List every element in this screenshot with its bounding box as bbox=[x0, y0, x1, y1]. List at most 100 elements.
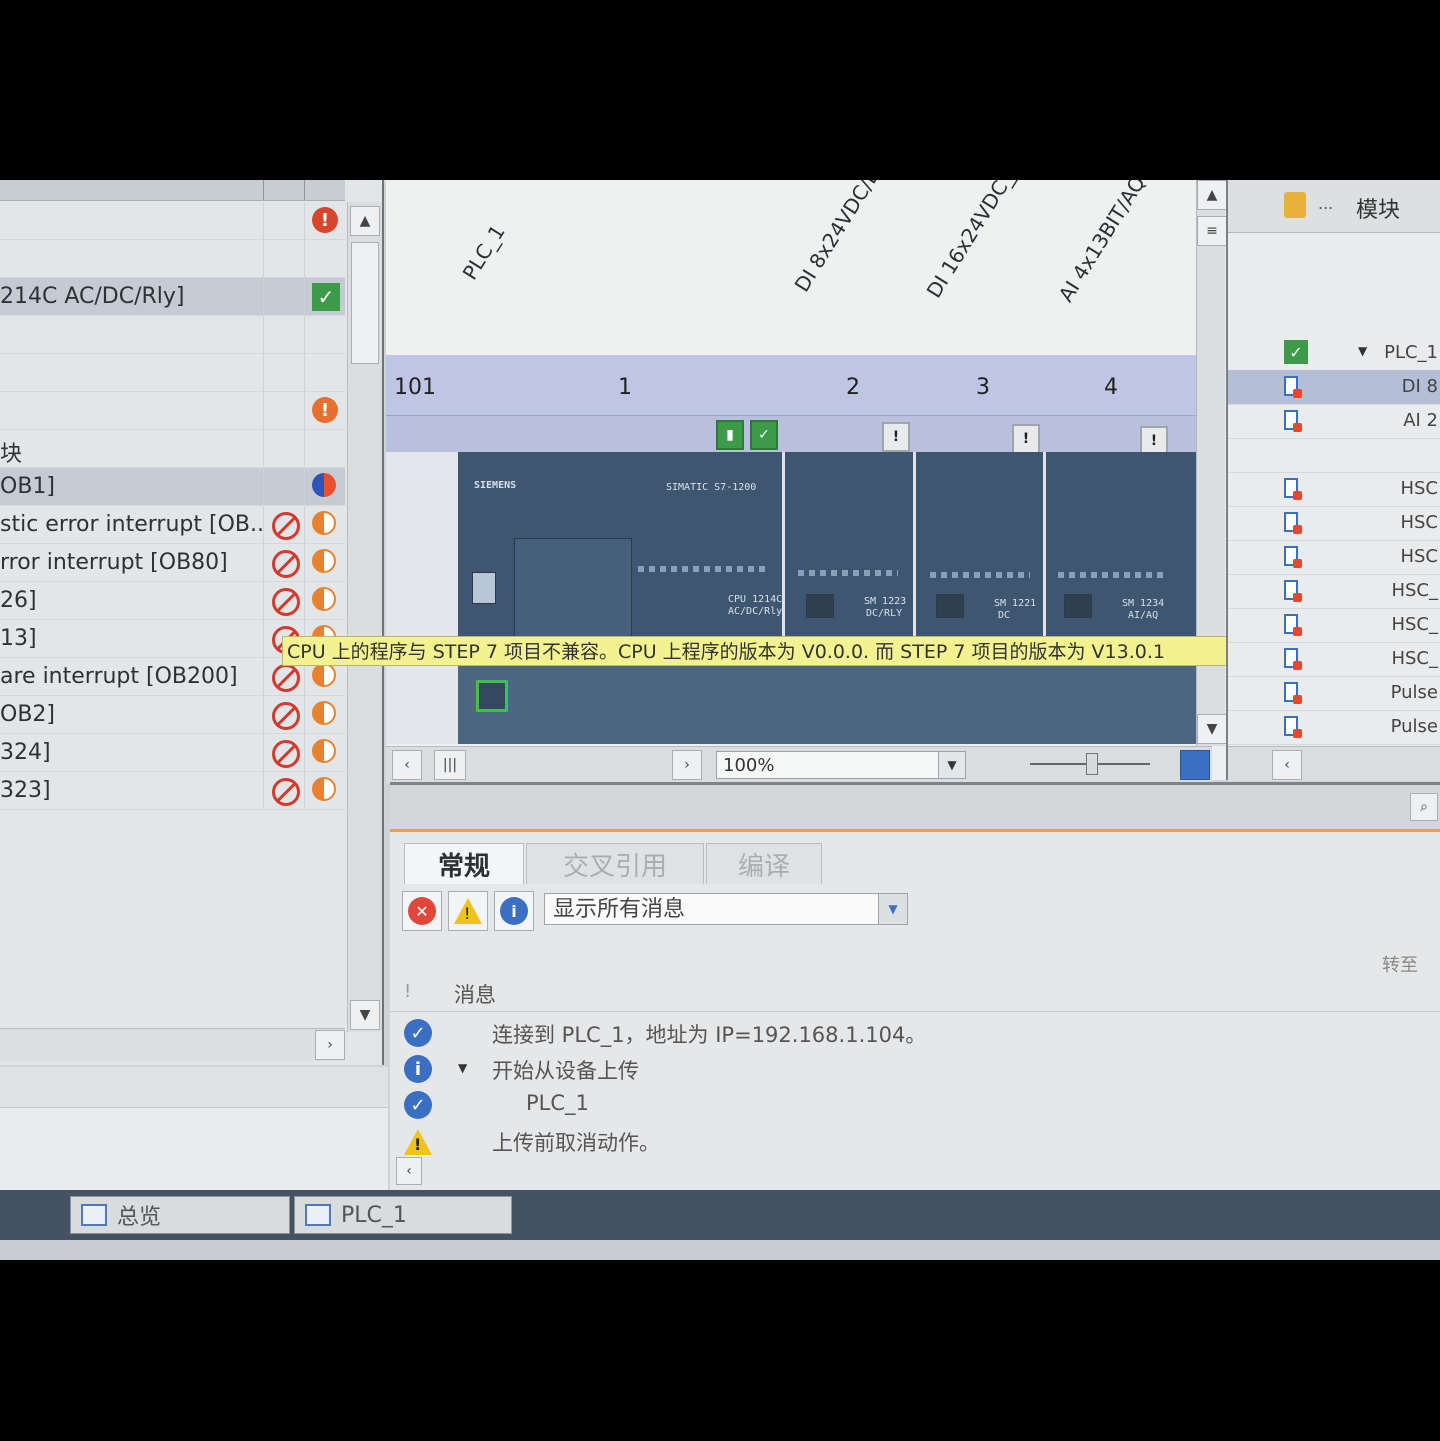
goto-column-header: 转至 bbox=[1382, 955, 1418, 976]
device-view[interactable]: PLC_1 DI 8x24VDC/DQ DI 16x24VDC_1 AI 4x1… bbox=[386, 180, 1227, 780]
message-filter-select[interactable]: 显示所有消息 ▼ bbox=[544, 893, 908, 925]
scroll-thumb[interactable] bbox=[351, 242, 379, 364]
scroll-right-icon[interactable]: › bbox=[315, 1030, 345, 1060]
module-row[interactable]: HSC bbox=[1228, 472, 1440, 507]
status-led-block bbox=[472, 572, 496, 604]
screen: ! 214C AC/DC/Rly] ✓! 块 OB1] stic error interr… bbox=[0, 180, 1440, 1260]
tab-compile[interactable]: 编译 bbox=[706, 843, 822, 884]
tree-row[interactable]: ! bbox=[0, 392, 345, 430]
overview-icon bbox=[81, 1204, 107, 1226]
ethernet-port-icon[interactable] bbox=[476, 680, 508, 712]
chevron-down-icon[interactable]: ▼ bbox=[938, 752, 965, 778]
scroll-up-icon[interactable]: ▲ bbox=[350, 206, 380, 236]
severity-column-header: ! bbox=[404, 981, 412, 1002]
message-row[interactable]: i ▼ 开始从设备上传 bbox=[390, 1051, 1440, 1087]
compare-status-icon bbox=[312, 587, 336, 611]
tree-row[interactable]: OB1] bbox=[0, 468, 345, 506]
module-row-label: Pulse bbox=[1390, 716, 1438, 737]
tree-row[interactable]: 214C AC/DC/Rly] ✓ bbox=[0, 278, 345, 316]
module-warning-icon: ! bbox=[882, 422, 910, 452]
tree-horizontal-scrollbar[interactable]: › bbox=[0, 1028, 345, 1061]
module-row[interactable]: HSC_ bbox=[1228, 574, 1440, 609]
module-row[interactable]: HSC_ bbox=[1228, 608, 1440, 643]
module-row-label: PLC_1 bbox=[1384, 342, 1438, 363]
tree-row[interactable] bbox=[0, 240, 345, 278]
hscroll-thumb[interactable]: ||| bbox=[434, 750, 466, 780]
scroll-up-icon[interactable]: ▲ bbox=[1197, 180, 1227, 210]
info-icon: i bbox=[404, 1055, 432, 1083]
filter-info-button[interactable]: i bbox=[494, 891, 534, 931]
overview-navigation-icon[interactable] bbox=[1180, 750, 1210, 780]
sm3-sub-label: DC bbox=[998, 610, 1011, 621]
tree-row[interactable]: OB2] bbox=[0, 696, 345, 734]
scroll-down-icon[interactable]: ▼ bbox=[1197, 714, 1227, 744]
slot-number: 3 bbox=[976, 375, 990, 400]
tree-row[interactable]: 块 bbox=[0, 430, 345, 468]
module-row[interactable]: AI 2 bbox=[1228, 404, 1440, 439]
tree-row[interactable]: stic error interrupt [OB... bbox=[0, 506, 345, 544]
terminal-block bbox=[1064, 594, 1092, 618]
compare-status-icon bbox=[312, 701, 336, 725]
message-row[interactable]: ✓ PLC_1 bbox=[390, 1087, 1440, 1123]
module-row[interactable]: HSC_ bbox=[1228, 642, 1440, 677]
slot-number: 2 bbox=[846, 375, 860, 400]
check-icon: ✓ bbox=[750, 420, 778, 450]
tab-general[interactable]: 常规 bbox=[404, 843, 524, 884]
scroll-left-icon[interactable]: ‹ bbox=[396, 1157, 422, 1185]
module-status-strip: ▮ ✓ ! ! ! bbox=[386, 415, 1196, 456]
scroll-down-icon[interactable]: ▼ bbox=[350, 1000, 380, 1030]
module-row[interactable]: Pulse bbox=[1228, 710, 1440, 745]
chevron-down-icon[interactable]: ▼ bbox=[878, 894, 907, 924]
warning-icon: ! bbox=[404, 1129, 432, 1155]
message-row[interactable]: ✓ 连接到 PLC_1，地址为 IP=192.168.1.104。 bbox=[390, 1015, 1440, 1051]
module-row[interactable]: HSC bbox=[1228, 506, 1440, 541]
tree-row[interactable]: 323] bbox=[0, 772, 345, 810]
zoom-slider-handle[interactable] bbox=[1086, 753, 1098, 775]
zoom-select[interactable]: 100% ▼ bbox=[716, 751, 966, 779]
tree-status-cell bbox=[263, 278, 304, 315]
filter-warnings-button[interactable]: ! bbox=[448, 891, 488, 931]
tree-vertical-scrollbar[interactable]: ▲ ▼ bbox=[347, 202, 382, 1032]
tree-compare-cell bbox=[304, 734, 345, 771]
module-row-label: HSC_ bbox=[1391, 648, 1438, 669]
tab-cross-reference[interactable]: 交叉引用 bbox=[526, 843, 704, 884]
overview-scrollbar[interactable]: ‹ bbox=[1228, 746, 1440, 781]
overview-task-button[interactable]: 总览 bbox=[70, 1196, 290, 1234]
slot-number: 4 bbox=[1104, 375, 1118, 400]
tree-row[interactable]: 324] bbox=[0, 734, 345, 772]
module-column-header: 模块 bbox=[1356, 198, 1401, 223]
tree-compare-cell bbox=[304, 468, 345, 505]
tree-status-cell bbox=[263, 696, 304, 733]
info-icon: i bbox=[500, 897, 528, 925]
tree-status-cell bbox=[263, 544, 304, 581]
scroll-right-icon[interactable]: › bbox=[672, 750, 702, 780]
tree-compare-cell bbox=[304, 696, 345, 733]
module-row[interactable] bbox=[1228, 438, 1440, 473]
expand-triangle-icon[interactable]: ▼ bbox=[458, 1061, 467, 1075]
module-name-header: PLC_1 DI 8x24VDC/DQ DI 16x24VDC_1 AI 4x1… bbox=[386, 180, 1196, 355]
message-row[interactable]: ! 上传前取消动作。 bbox=[390, 1123, 1440, 1159]
module-row[interactable]: DI 8 bbox=[1228, 370, 1440, 405]
plc-task-button[interactable]: PLC_1 bbox=[294, 1196, 512, 1234]
module-icon bbox=[1284, 512, 1302, 534]
not-available-icon bbox=[272, 702, 300, 730]
scroll-thumb[interactable]: ≡ bbox=[1197, 216, 1227, 246]
filter-errors-button[interactable]: ✕ bbox=[402, 891, 442, 931]
version-mismatch-tooltip: CPU 上的程序与 STEP 7 项目不兼容。CPU 上程序的版本为 V0.0.… bbox=[282, 636, 1262, 666]
cpu-door bbox=[514, 538, 632, 644]
module-row[interactable]: Pulse bbox=[1228, 676, 1440, 711]
tree-row[interactable]: ! bbox=[0, 202, 345, 240]
scroll-left-icon[interactable]: ‹ bbox=[392, 750, 422, 780]
siemens-brand: SIEMENS bbox=[474, 480, 517, 491]
plc-rack[interactable]: SIEMENS SIMATIC S7-1200 CPU 1214C AC/DC/… bbox=[458, 452, 1196, 744]
expand-triangle-icon[interactable]: ▼ bbox=[1358, 344, 1367, 358]
tree-row[interactable]: rror interrupt [OB80] bbox=[0, 544, 345, 582]
module-row[interactable]: HSC bbox=[1228, 540, 1440, 575]
tree-row[interactable]: 26] bbox=[0, 582, 345, 620]
scroll-left-icon[interactable]: ‹ bbox=[1272, 750, 1302, 780]
compare-status-icon bbox=[312, 739, 336, 763]
search-icon[interactable]: ⌕ bbox=[1410, 793, 1438, 821]
module-row[interactable]: ✓ ▼ PLC_1 bbox=[1228, 336, 1440, 371]
tree-row[interactable] bbox=[0, 316, 345, 354]
tree-row[interactable] bbox=[0, 354, 345, 392]
